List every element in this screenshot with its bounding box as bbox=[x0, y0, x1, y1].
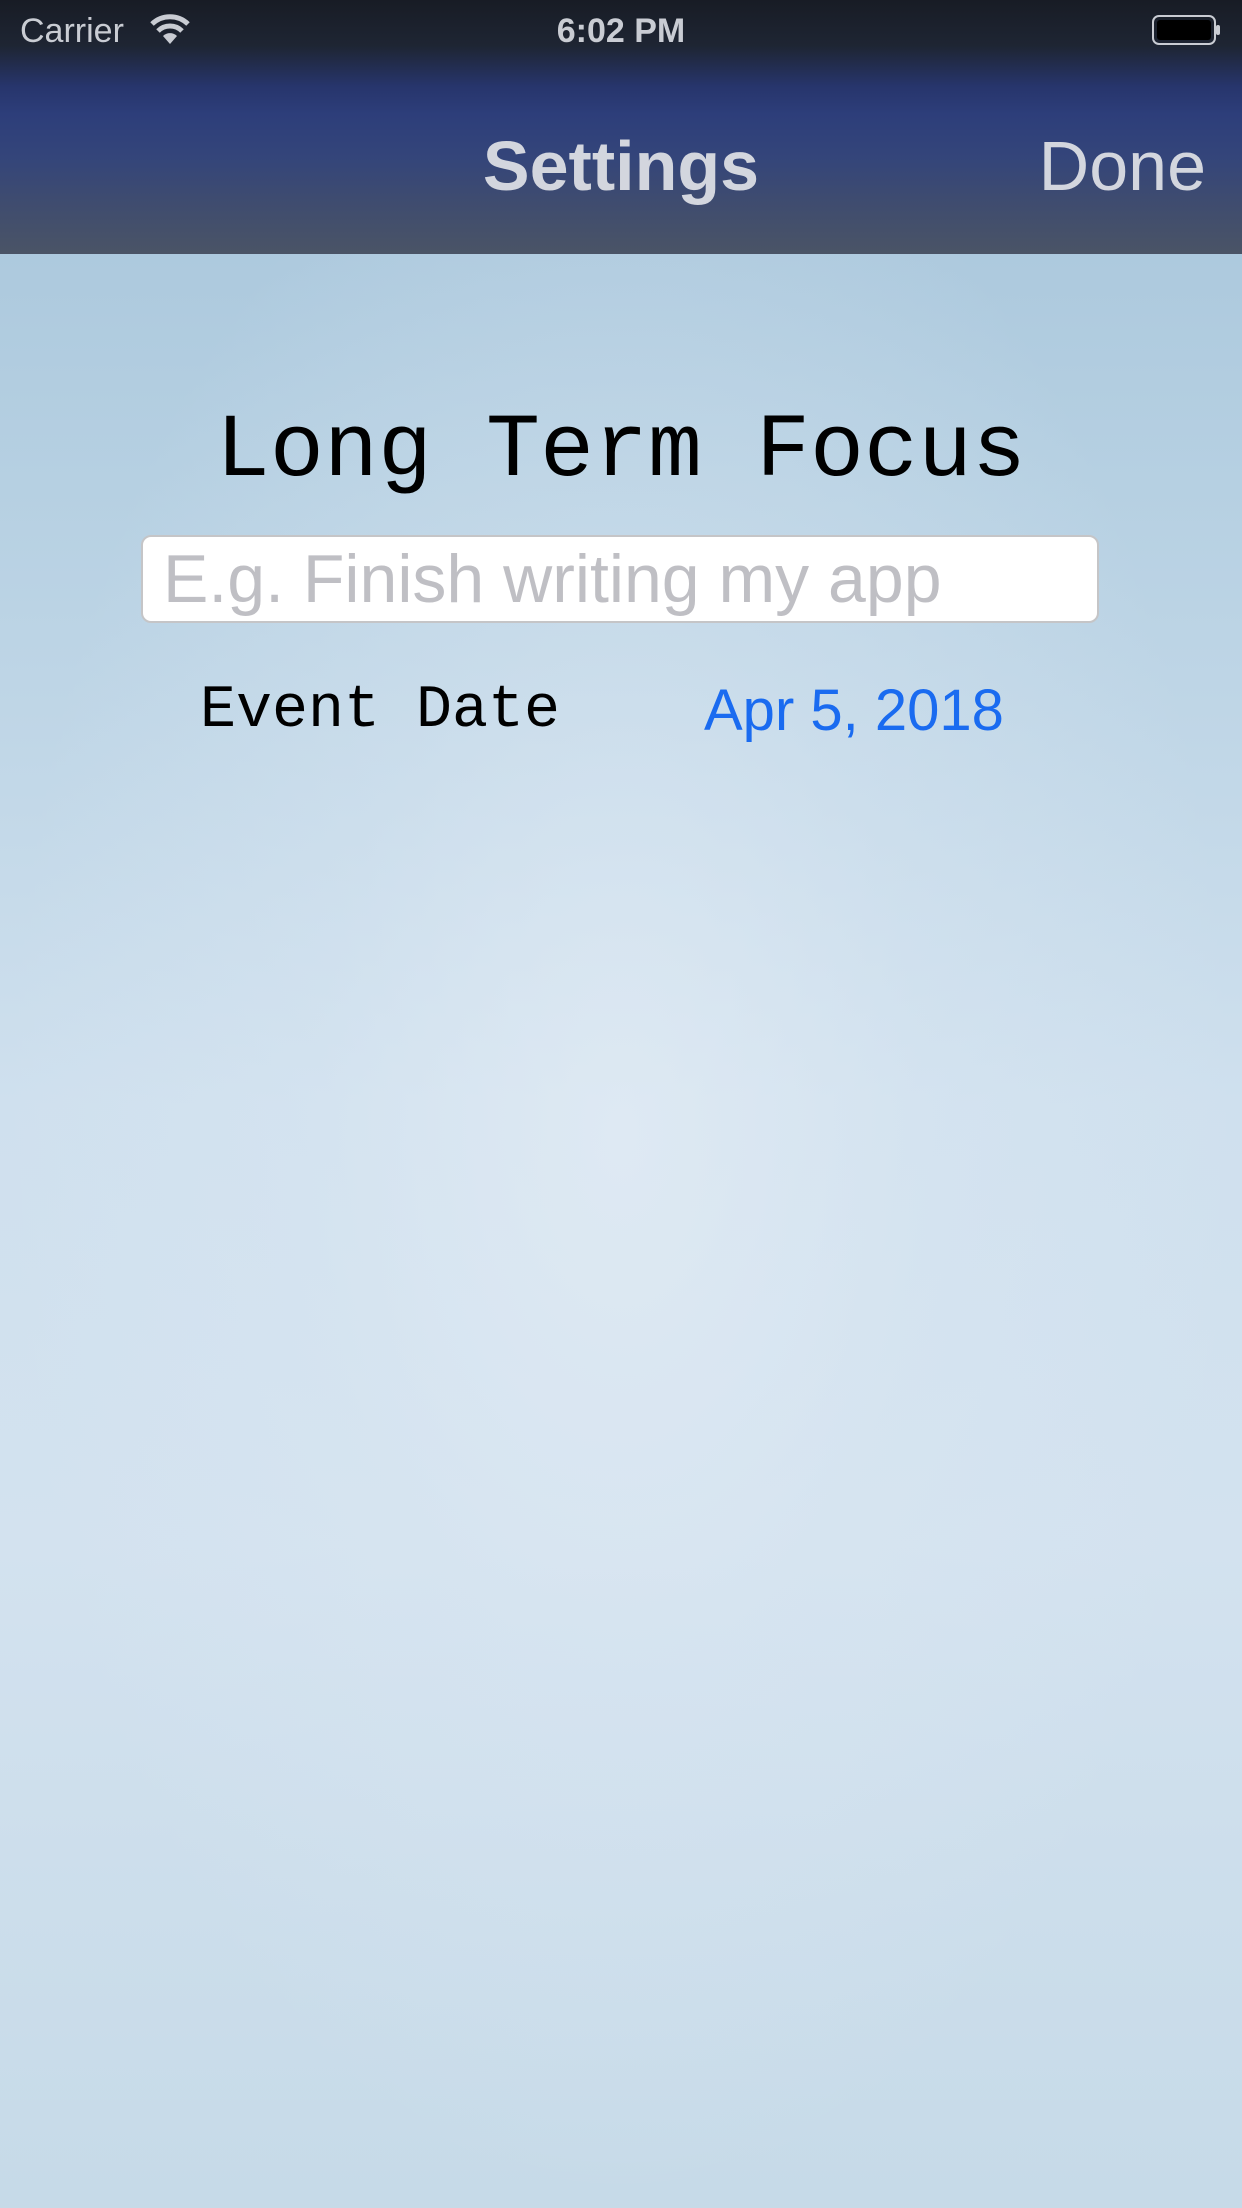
top-bar: Carrier 6:02 PM Settings Done bbox=[0, 0, 1242, 254]
status-time: 6:02 PM bbox=[556, 12, 686, 50]
focus-goal-input[interactable] bbox=[141, 535, 1099, 623]
event-date-value-button[interactable]: Apr 5, 2018 bbox=[704, 676, 1004, 746]
battery-icon bbox=[1152, 14, 1222, 46]
long-term-focus-heading: Long Term Focus bbox=[215, 401, 1027, 503]
status-bar: Carrier 6:02 PM bbox=[0, 0, 1242, 60]
done-button[interactable]: Done bbox=[1039, 126, 1206, 206]
event-date-label: Event Date bbox=[200, 677, 561, 745]
